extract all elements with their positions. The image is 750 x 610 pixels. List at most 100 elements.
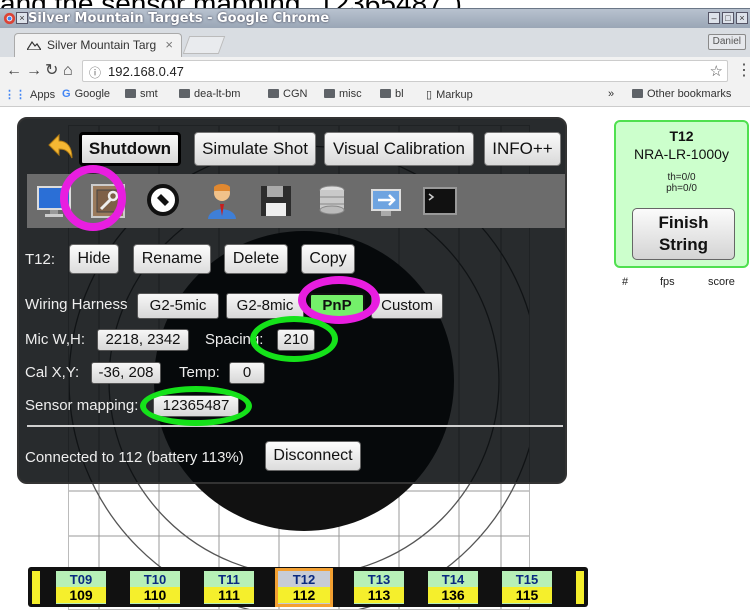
copy-button[interactable]: Copy [301,244,355,274]
lane-t14[interactable]: T14 136 [428,571,478,604]
profile-button[interactable]: Daniel [707,34,746,50]
cal-xy-value[interactable]: -36, 208 [91,362,161,384]
bookmark-bl[interactable]: bl [380,88,404,100]
lane-t09[interactable]: T09 109 [56,571,106,604]
close-tab-icon[interactable]: × [165,37,173,52]
lane-name: T12 [669,128,694,144]
minimize-button[interactable]: – [708,12,720,24]
lane-t10[interactable]: T10 110 [130,571,180,604]
bookmark-google[interactable]: G Google [62,88,110,100]
lane-t13[interactable]: T13 113 [354,571,404,604]
lane-t11[interactable]: T11 111 [204,571,254,604]
folder-icon [179,89,190,98]
window-title: Silver Mountain Targets - Google Chrome [28,11,330,26]
lane-status-card: T12 NRA-LR-1000y th=0/0 ph=0/0 Finish St… [614,120,749,268]
hit-stats: th=0/0 ph=0/0 [666,172,697,194]
lane-t12-selected[interactable]: T12 112 [275,568,333,607]
browser-tab[interactable]: Silver Mountain Targ × [14,33,182,57]
temp-label: Temp: [179,364,220,381]
folder-icon [380,89,391,98]
user-icon[interactable] [203,182,241,220]
wiring-option-custom[interactable]: Custom [371,293,443,319]
cal-xy-label: Cal X,Y: [25,364,80,381]
magnifier-icon[interactable] [145,182,183,220]
temp-value[interactable]: 0 [229,362,265,384]
score-column-score: score [708,276,735,288]
tool-icon-strip [27,174,565,228]
finish-string-button[interactable]: Finish String [632,208,735,260]
bookmark-markup[interactable]: ▯ Markup [426,88,473,101]
hide-button[interactable]: Hide [69,244,119,274]
sensor-mapping-value[interactable]: 12365487 [153,395,239,417]
connection-status: Connected to 112 (battery 113%) [25,449,244,466]
apps-grid-icon: ⋮⋮ [4,89,26,101]
lane-bar-left-cap [32,571,40,604]
wiring-option-g2-8mic[interactable]: G2-8mic [226,293,304,319]
bookmark-dea-lt-bm[interactable]: dea-lt-bm [179,88,240,100]
control-panel: Shutdown Simulate Shot Visual Calibratio… [17,117,567,484]
folder-icon [324,89,335,98]
address-bar[interactable]: ⓘ 192.168.0.47 ☆ [82,60,728,82]
close-window-button[interactable]: × [736,12,748,24]
back-arrow-icon[interactable] [41,131,75,165]
monitor-icon[interactable] [35,182,73,220]
database-icon[interactable] [313,182,351,220]
folder-icon [125,89,136,98]
page-icon: ▯ [426,89,433,101]
panel-divider [27,425,563,427]
bookmark-misc[interactable]: misc [324,88,362,100]
wrench-settings-icon[interactable] [89,182,127,220]
tab-strip: Silver Mountain Targ × Daniel [0,28,750,57]
info-button[interactable]: INFO++ [484,132,561,166]
mic-wh-value[interactable]: 2218, 2342 [97,329,189,351]
wiring-harness-label: Wiring Harness [25,296,128,313]
lane-t15[interactable]: T15 115 [502,571,552,604]
panel-header: Shutdown Simulate Shot Visual Calibratio… [19,119,565,174]
rename-button[interactable]: Rename [133,244,211,274]
wiring-option-g2-5mic[interactable]: G2-5mic [137,293,219,319]
bookmarks-bar: ⋮⋮ Apps G Google smt dea-lt-bm CGN misc bl… [0,85,750,107]
mic-wh-label: Mic W,H: [25,331,85,348]
bookmark-cgn[interactable]: CGN [268,88,307,100]
screenshot: and the sensor mapping "12365487"). × Si… [0,0,750,610]
visual-calibration-button[interactable]: Visual Calibration [324,132,474,166]
forward-icon[interactable]: → [26,62,42,80]
bookmark-smt[interactable]: smt [125,88,158,100]
terminal-icon[interactable] [421,182,459,220]
folder-icon [632,89,643,98]
simulate-shot-button[interactable]: Simulate Shot [194,132,316,166]
new-tab-button[interactable] [182,36,226,54]
chrome-logo-icon [3,12,16,25]
bookmark-star-icon[interactable]: ☆ [710,62,723,80]
disconnect-button[interactable]: Disconnect [265,441,361,471]
score-column-fps: fps [660,276,675,288]
shutdown-button[interactable]: Shutdown [79,132,181,166]
tab-title: Silver Mountain Targ [47,38,157,52]
back-icon[interactable]: ← [6,62,22,80]
url-text: 192.168.0.47 [108,64,184,79]
maximize-button[interactable]: □ [722,12,734,24]
folder-icon [268,89,279,98]
navigation-bar: ← → ↻ ⌂ ⓘ 192.168.0.47 ☆ ⋮ [0,57,750,85]
window-menu-button[interactable]: × [16,12,28,24]
mountain-favicon-icon [27,40,41,50]
lane-selector-bar: T09 109 T10 110 T11 111 T12 112 T13 113 T14 13… [28,567,588,607]
reload-icon[interactable]: ↻ [45,62,58,80]
home-icon[interactable]: ⌂ [63,62,73,80]
floppy-save-icon[interactable] [257,182,295,220]
window-titlebar: × Silver Mountain Targets - Google Chrom… [0,8,750,28]
bookmarks-overflow[interactable]: » [608,88,614,100]
network-monitor-icon[interactable] [367,182,405,220]
sensor-mapping-label: Sensor mapping: [25,397,139,414]
target-profile: NRA-LR-1000y [634,146,729,162]
menu-kebab-icon[interactable]: ⋮ [736,62,750,80]
other-bookmarks[interactable]: Other bookmarks [632,88,731,100]
bookmark-apps[interactable]: ⋮⋮ Apps [4,88,55,101]
google-icon: G [62,88,71,100]
target-label: T12: [25,251,56,268]
spacing-label: Spacing: [205,331,264,348]
wiring-option-pnp[interactable]: PnP [309,293,365,319]
spacing-value[interactable]: 210 [277,329,315,351]
delete-button[interactable]: Delete [224,244,288,274]
site-info-icon[interactable]: ⓘ [89,64,101,81]
